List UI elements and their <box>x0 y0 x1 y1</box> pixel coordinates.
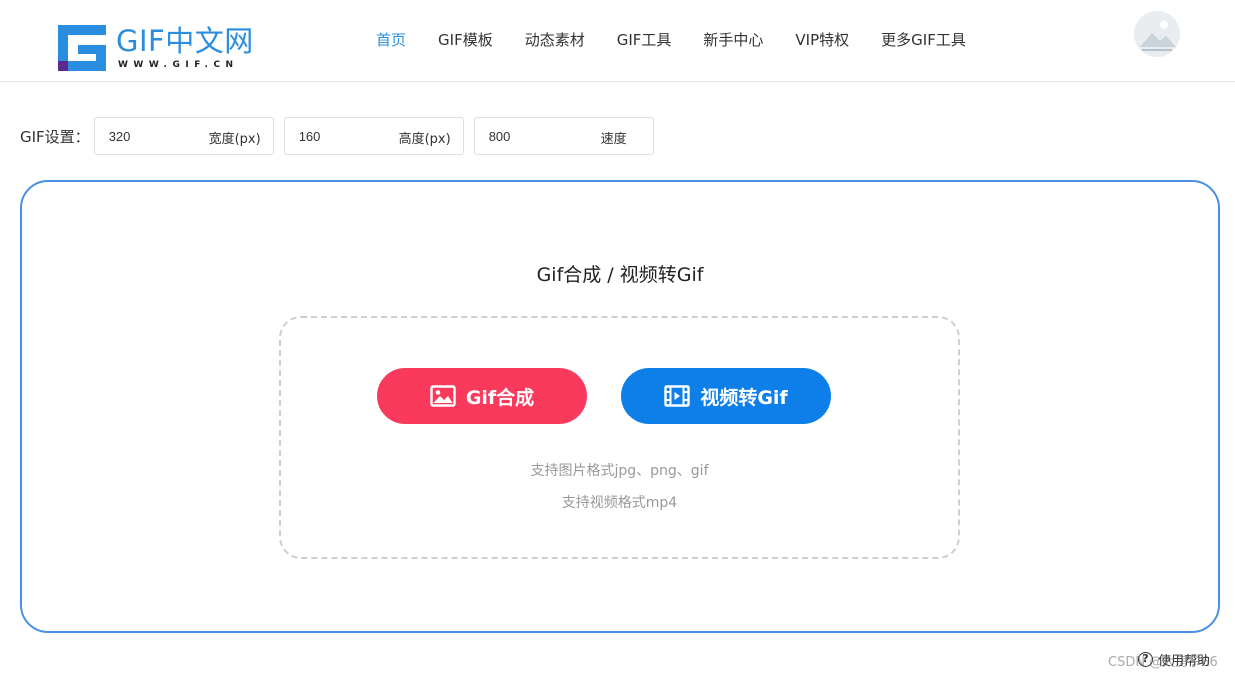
nav-item-gif-tools[interactable]: GIF工具 <box>601 28 688 52</box>
width-field: 宽度(px) <box>93 117 274 155</box>
top-header: GIF中文网 WWW.GIF.CN 首页 GIF模板 动态素材 GIF工具 新手… <box>0 0 1235 82</box>
nav-item-animated-assets[interactable]: 动态素材 <box>509 28 601 52</box>
question-icon: ? <box>1138 651 1153 667</box>
nav-item-home[interactable]: 首页 <box>360 28 422 52</box>
height-field: 高度(px) <box>283 117 464 155</box>
logo-mark-icon <box>58 25 106 71</box>
image-format-hint: 支持图片格式jpg、png、gif <box>530 463 709 479</box>
gif-settings: GIF设置： 宽度(px) 高度(px) 速度 <box>20 117 664 155</box>
nav-item-vip[interactable]: VIP特权 <box>779 28 865 52</box>
settings-label: GIF设置： <box>20 127 90 146</box>
video-icon <box>664 385 691 407</box>
speed-suffix: 速度 <box>600 132 627 147</box>
nav-item-gif-templates[interactable]: GIF模板 <box>422 28 509 52</box>
upload-dropzone[interactable]: Gif合成 视频转Gif 支持图片格式jpg、png、gif 支持视频格式mp4 <box>279 316 960 559</box>
speed-input[interactable] <box>474 119 575 153</box>
image-icon <box>430 385 456 407</box>
speed-field: 速度 <box>473 117 654 155</box>
upload-panel: Gif合成 / 视频转Gif Gif合成 视频转Gif 支持图片格式jpg、pn… <box>20 180 1220 633</box>
user-avatar[interactable] <box>1134 11 1180 57</box>
video-to-gif-label: 视频转Gif <box>700 386 788 409</box>
panel-title: Gif合成 / 视频转Gif <box>536 264 704 286</box>
height-input[interactable] <box>284 119 385 153</box>
logo-subtitle: WWW.GIF.CN <box>118 60 239 70</box>
width-suffix: 宽度(px) <box>208 132 261 147</box>
nav-item-beginner-center[interactable]: 新手中心 <box>687 28 779 52</box>
nav-item-more-tools[interactable]: 更多GIF工具 <box>865 28 982 52</box>
logo-text: GIF中文网 <box>116 24 254 58</box>
width-input[interactable] <box>94 119 195 153</box>
help-link[interactable]: ? 使用帮助 <box>1138 649 1210 669</box>
gif-compose-label: Gif合成 <box>465 386 535 409</box>
video-format-hint: 支持视频格式mp4 <box>561 495 678 511</box>
site-logo[interactable]: GIF中文网 WWW.GIF.CN <box>58 22 258 72</box>
video-to-gif-button[interactable]: 视频转Gif <box>621 368 831 424</box>
help-label: 使用帮助 <box>1158 653 1211 669</box>
main-nav: 首页 GIF模板 动态素材 GIF工具 新手中心 VIP特权 更多GIF工具 <box>360 28 982 52</box>
gif-compose-button[interactable]: Gif合成 <box>377 368 587 424</box>
avatar-placeholder-icon <box>1134 11 1180 57</box>
height-suffix: 高度(px) <box>398 132 451 147</box>
